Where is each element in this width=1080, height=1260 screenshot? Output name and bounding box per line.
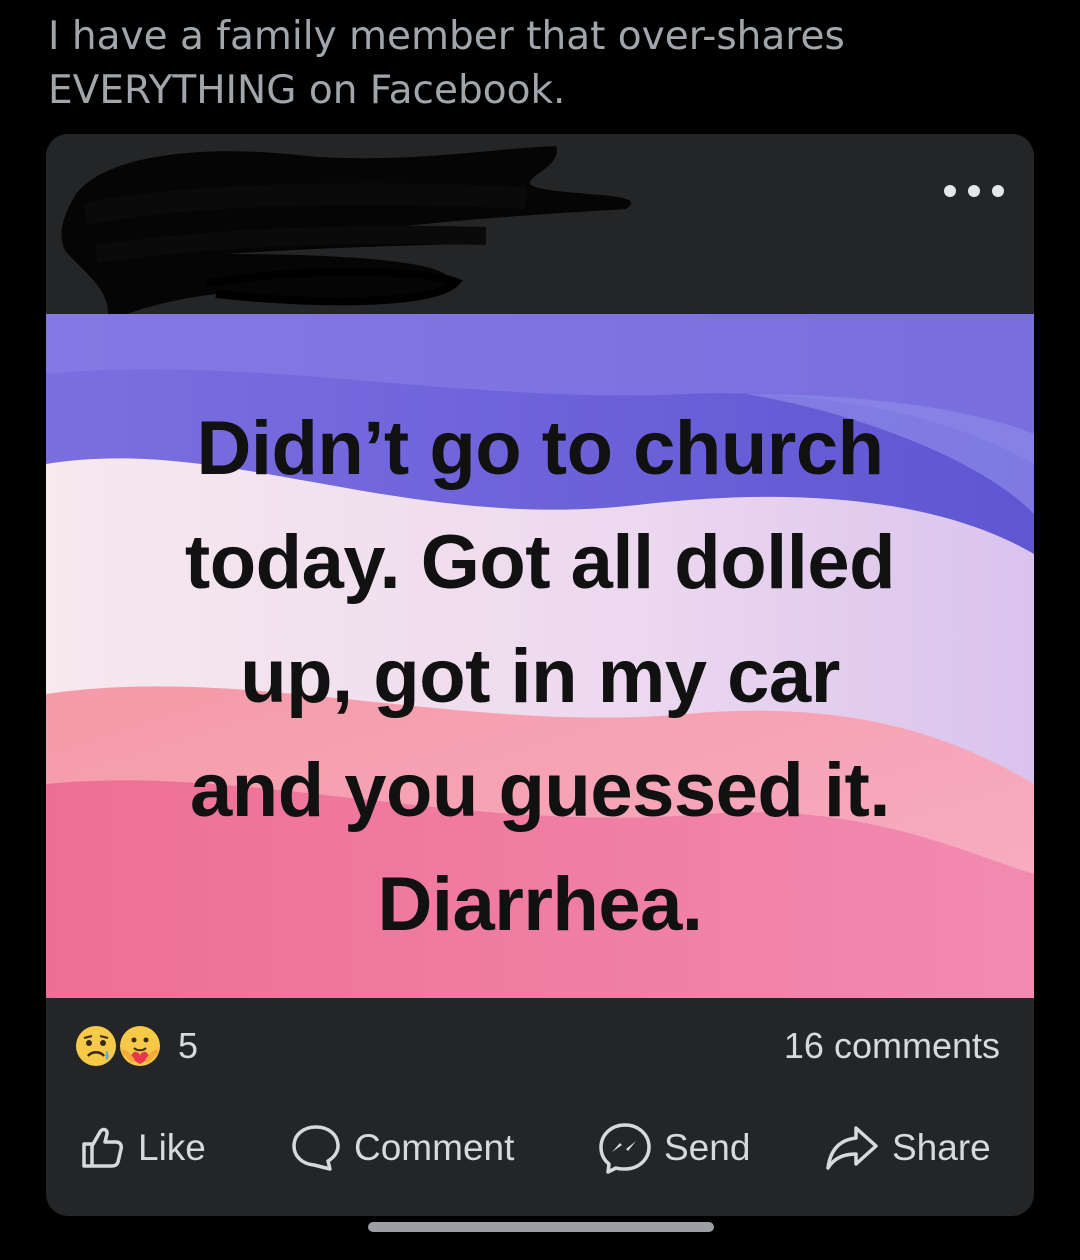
post-image-background: Didn’t go to church today. Got all dolle… [46,314,1034,998]
sad-reaction-icon [76,1026,116,1066]
like-button[interactable]: Like [78,1121,206,1175]
share-arrow-icon [826,1126,878,1170]
reaction-count[interactable]: 5 [178,1024,198,1068]
care-reaction-icon [119,1025,161,1067]
share-label: Share [892,1127,991,1168]
caption-text: I have a family member that over-shares … [48,14,845,113]
comment-label: Comment [354,1127,515,1168]
send-label: Send [664,1127,751,1168]
messenger-icon [599,1123,651,1174]
home-indicator-bar[interactable] [368,1222,714,1232]
redacted-author-scribble [61,146,632,324]
post-actions-bar: Like Comment Send Share [46,1109,1034,1189]
comments-count-link[interactable]: 16 comments [784,1024,1000,1068]
comment-bubble-icon [292,1125,340,1171]
more-horizontal-icon [944,185,956,197]
send-button[interactable]: Send [598,1121,750,1175]
like-label: Like [138,1127,206,1168]
reaction-icons[interactable] [74,1024,174,1068]
post-header [46,134,1034,324]
post-message-text: Didn’t go to church today. Got all dolle… [184,406,896,947]
facebook-post-card: Didn’t go to church today. Got all dolle… [46,134,1034,1216]
reactions-summary-row: 5 16 comments [46,998,1034,1088]
comment-button[interactable]: Comment [290,1121,514,1175]
thumbs-up-icon [82,1127,123,1168]
share-button[interactable]: Share [824,1121,991,1175]
more-options-button[interactable] [944,176,1004,206]
